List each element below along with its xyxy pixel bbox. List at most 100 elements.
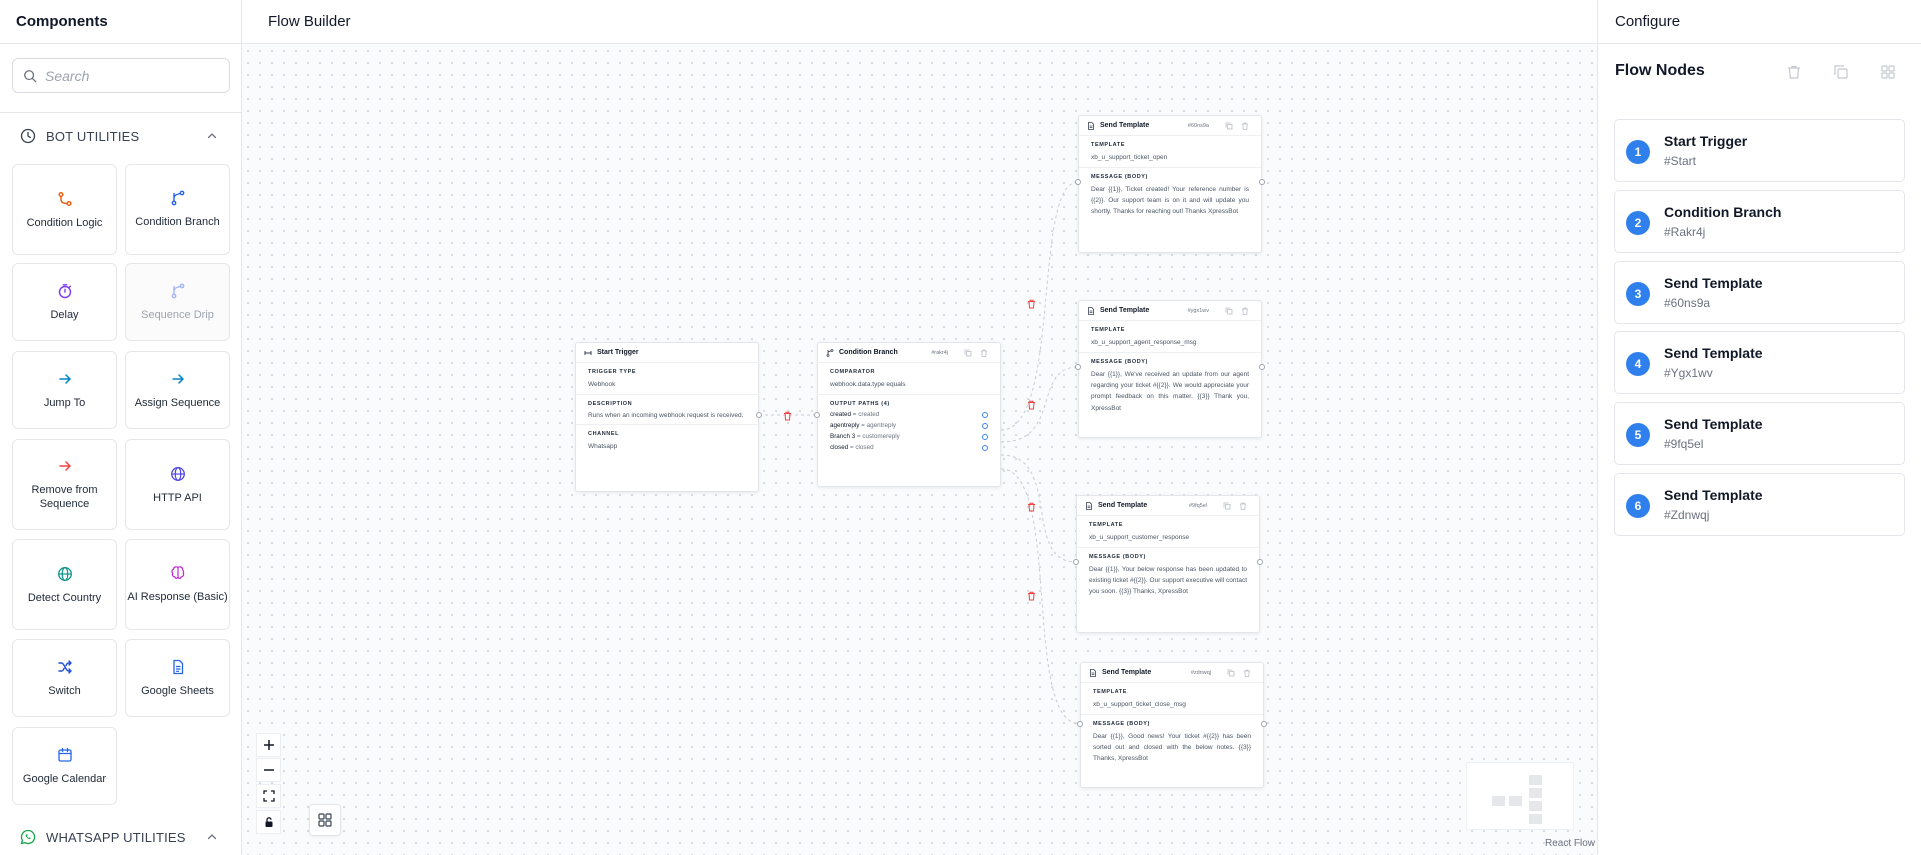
divider	[0, 112, 241, 113]
component-condition-logic[interactable]: Condition Logic	[12, 164, 117, 255]
document-icon	[1090, 668, 1096, 677]
field-label: TEMPLATE	[1093, 689, 1128, 695]
node-id: #60ns9a	[1187, 122, 1209, 129]
node-section: MESSAGE (BODY) Dear {{1}}, We've receive…	[1079, 353, 1261, 417]
component-google-sheets[interactable]: Google Sheets	[125, 639, 230, 717]
copy-icon[interactable]	[1225, 307, 1233, 315]
component-label: Jump To	[43, 397, 86, 409]
output-handle[interactable]	[1261, 721, 1267, 727]
component-switch[interactable]: Switch	[12, 639, 117, 717]
field-label: MESSAGE (BODY)	[1093, 721, 1150, 728]
lock-button[interactable]	[256, 810, 281, 834]
node-condition-branch[interactable]: Condition Branch #rakr4j COMPARATOR webh…	[817, 342, 1001, 487]
output-handle[interactable]	[1259, 364, 1265, 370]
auto-layout-button[interactable]	[309, 804, 341, 836]
search-box[interactable]	[12, 58, 230, 93]
path-handle[interactable]	[982, 422, 988, 429]
component-detect-country[interactable]: Detect Country	[12, 539, 117, 630]
edge-delete-icon[interactable]	[783, 411, 792, 421]
edge-delete-icon[interactable]	[1027, 400, 1036, 410]
node-send-template[interactable]: Send Template #zdnwqj TEMPLATE xb_u_supp…	[1080, 662, 1264, 788]
path-handle[interactable]	[982, 411, 988, 418]
node-section: MESSAGE (BODY) Dear {{1}}, Your below re…	[1077, 548, 1259, 601]
output-handle[interactable]	[756, 412, 762, 418]
grid-icon[interactable]	[1880, 64, 1896, 80]
input-handle[interactable]	[1073, 559, 1079, 565]
flow-node-item[interactable]: 5 Send Template #9fq5el	[1614, 402, 1905, 465]
node-title: Start Trigger	[597, 349, 639, 356]
trash-icon[interactable]	[1243, 669, 1251, 677]
component-sequence-drip[interactable]: Sequence Drip	[125, 263, 230, 341]
component-http-api[interactable]: HTTP API	[125, 439, 230, 530]
edge-branch-template-1[interactable]	[1000, 181, 1079, 431]
component-jump-to[interactable]: Jump To	[12, 351, 117, 429]
component-delay[interactable]: Delay	[12, 263, 117, 341]
fit-view-button[interactable]	[256, 784, 281, 808]
component-ai-response[interactable]: AI Response (Basic)	[125, 539, 230, 630]
node-title: Condition Branch	[839, 349, 898, 356]
trash-icon[interactable]	[980, 349, 988, 357]
edge-delete-icon[interactable]	[1027, 591, 1036, 601]
document-icon	[1086, 501, 1092, 510]
node-send-template[interactable]: Send Template #ygx1wv TEMPLATE xb_u_supp…	[1078, 300, 1262, 438]
node-id: #60ns9a	[1664, 296, 1711, 310]
node-id: #Ygx1wv	[1664, 366, 1713, 380]
edge-branch-template-3[interactable]	[1000, 454, 1077, 563]
input-handle[interactable]	[814, 412, 820, 418]
node-start-trigger[interactable]: Start Trigger TRIGGER TYPE Webhook DESCR…	[575, 342, 759, 492]
field-value: Whatsapp	[588, 443, 618, 451]
trash-icon[interactable]	[1239, 502, 1247, 510]
node-send-template[interactable]: Send Template #9fq5el TEMPLATE xb_u_supp…	[1076, 495, 1260, 633]
section-bot-utilities[interactable]: BOT UTILITIES	[20, 128, 217, 144]
node-name: Send Template	[1664, 416, 1763, 432]
node-send-template[interactable]: Send Template #60ns9a TEMPLATE xb_u_supp…	[1078, 115, 1262, 253]
input-handle[interactable]	[1077, 721, 1083, 727]
trash-icon[interactable]	[1241, 122, 1249, 130]
input-handle[interactable]	[1075, 364, 1081, 370]
chevron-up-icon[interactable]	[206, 831, 218, 843]
section-label: WHATSAPP UTILITIES	[46, 829, 186, 845]
trash-icon[interactable]	[1786, 64, 1802, 80]
output-path: closed = closed	[830, 444, 988, 451]
globe-icon	[57, 566, 72, 581]
copy-icon[interactable]	[1227, 669, 1235, 677]
path-handle[interactable]	[982, 433, 988, 440]
copy-icon[interactable]	[1223, 502, 1231, 510]
edge-branch-template-2[interactable]	[1000, 366, 1079, 443]
flow-canvas[interactable]: Start Trigger TRIGGER TYPE Webhook DESCR…	[242, 45, 1597, 855]
zoom-out-button[interactable]	[256, 758, 281, 782]
flow-node-item[interactable]: 4 Send Template #Ygx1wv	[1614, 331, 1905, 394]
path-value: = agentreply	[861, 422, 896, 430]
flow-node-item[interactable]: 1 Start Trigger #Start	[1614, 119, 1905, 182]
flow-node-item[interactable]: 2 Condition Branch #Rakr4j	[1614, 190, 1905, 253]
section-whatsapp-utilities[interactable]: WHATSAPP UTILITIES	[20, 829, 217, 845]
edge-delete-icon[interactable]	[1027, 299, 1036, 309]
edge-delete-icon[interactable]	[1027, 502, 1036, 512]
field-value: Dear {{1}}, Your below response has been…	[1089, 566, 1247, 596]
component-google-calendar[interactable]: Google Calendar	[12, 727, 117, 805]
copy-icon[interactable]	[1225, 122, 1233, 130]
field-label: TEMPLATE	[1089, 522, 1124, 528]
chevron-up-icon[interactable]	[206, 130, 218, 142]
copy-icon[interactable]	[1833, 64, 1849, 80]
search-input[interactable]	[45, 67, 215, 84]
component-assign-sequence[interactable]: Assign Sequence	[125, 351, 230, 429]
node-id: #rakr4j	[931, 349, 948, 356]
flow-node-item[interactable]: 6 Send Template #Zdnwqj	[1614, 473, 1905, 536]
node-name: Send Template	[1664, 487, 1763, 503]
field-value: xb_u_support_ticket_open	[1091, 154, 1168, 161]
trash-icon[interactable]	[1241, 307, 1249, 315]
component-remove-from-sequence[interactable]: Remove from Sequence	[12, 439, 117, 530]
react-flow-attribution[interactable]: React Flow	[1545, 838, 1595, 849]
component-condition-branch[interactable]: Condition Branch	[125, 164, 230, 255]
minimap[interactable]	[1466, 762, 1574, 830]
flow-node-item[interactable]: 3 Send Template #60ns9a	[1614, 261, 1905, 324]
copy-icon[interactable]	[964, 349, 972, 357]
path-handle[interactable]	[982, 444, 988, 451]
minimap-node	[1529, 775, 1542, 785]
node-header: Send Template #60ns9a	[1079, 116, 1261, 136]
zoom-in-button[interactable]	[256, 733, 281, 757]
input-handle[interactable]	[1075, 179, 1081, 185]
output-handle[interactable]	[1259, 179, 1265, 185]
output-handle[interactable]	[1257, 559, 1263, 565]
